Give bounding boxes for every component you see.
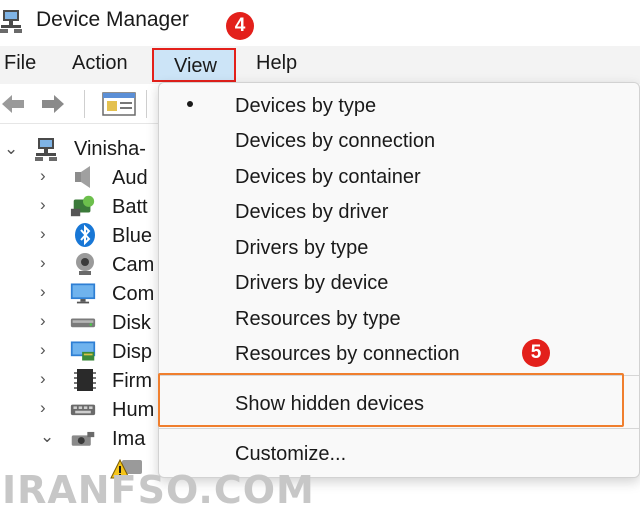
menu-item-customize[interactable]: Customize...: [235, 443, 346, 466]
tree-item-label: Hum: [112, 399, 155, 421]
menu-item-devices-by-container[interactable]: Devices by container: [235, 166, 421, 189]
tree-item-label: Aud: [112, 167, 148, 189]
menu-item-resources-by-connection[interactable]: Resources by connection: [235, 343, 460, 366]
tree-item-label: Blue: [112, 225, 153, 247]
tree-item[interactable]: › Aud: [0, 164, 160, 192]
menu-file[interactable]: File: [4, 52, 36, 75]
menu-item-devices-by-connection[interactable]: Devices by connection: [235, 130, 435, 153]
tree-item[interactable]: › Disp: [0, 338, 160, 366]
menu-help[interactable]: Help: [256, 52, 297, 75]
chevron-right-icon[interactable]: ›: [40, 282, 46, 302]
menu-bar: File Action Help: [0, 46, 640, 84]
menu-item-devices-by-driver[interactable]: Devices by driver: [235, 201, 388, 224]
menu-item-drivers-by-type[interactable]: Drivers by type: [235, 237, 368, 260]
chevron-right-icon[interactable]: ›: [40, 340, 46, 360]
menu-view[interactable]: View: [152, 48, 236, 82]
computer-icon: [35, 138, 57, 161]
speaker-icon: [75, 166, 90, 188]
toolbar-separator: [146, 90, 147, 118]
menu-view-label: View: [174, 55, 217, 77]
step-badge-4: 4: [226, 12, 254, 40]
chevron-right-icon[interactable]: ›: [40, 224, 46, 244]
tree-item[interactable]: ⌄ Ima: [0, 425, 160, 453]
tree-item-label: Batt: [112, 196, 148, 218]
tree-item[interactable]: › Cam: [0, 251, 160, 279]
chevron-down-icon[interactable]: ⌄: [4, 139, 18, 159]
device-manager-icon: [0, 10, 22, 33]
keyboard-icon: [70, 404, 96, 416]
chevron-right-icon[interactable]: ›: [40, 311, 46, 331]
window-title: Device Manager: [36, 8, 189, 31]
menu-item-drivers-by-device[interactable]: Drivers by device: [235, 272, 388, 295]
forward-arrow-icon[interactable]: [40, 92, 66, 116]
camera-icon: [76, 253, 94, 275]
tree-item-label: Firm: [112, 370, 152, 392]
tree-item[interactable]: › Hum: [0, 396, 160, 424]
menu-separator: [159, 428, 639, 429]
watermark: IRANFSO.COM: [2, 468, 315, 507]
imaging-device-icon: [71, 431, 95, 446]
chevron-down-icon[interactable]: ⌄: [40, 427, 54, 447]
tree-item[interactable]: › Batt: [0, 193, 160, 221]
chevron-right-icon[interactable]: ›: [40, 253, 46, 273]
tree-item[interactable]: › Disk: [0, 309, 160, 337]
display-adapter-icon: [70, 341, 96, 361]
bluetooth-icon: [75, 223, 95, 247]
toolbar-separator: [84, 90, 85, 118]
battery-icon: [70, 195, 95, 217]
tree-item-label: Disk: [112, 312, 151, 334]
menu-item-devices-by-type[interactable]: Devices by type: [235, 95, 376, 118]
chevron-right-icon[interactable]: ›: [40, 195, 46, 215]
tree-item[interactable]: › Firm: [0, 367, 160, 395]
title-bar: Device Manager: [0, 0, 640, 44]
tree-item-label: Com: [112, 283, 155, 305]
tree-item-label: Disp: [112, 341, 153, 363]
tree-item[interactable]: › Com: [0, 280, 160, 308]
menu-item-resources-by-type[interactable]: Resources by type: [235, 308, 401, 331]
tree-item-label: Ima: [112, 428, 146, 450]
disk-drive-icon: [70, 318, 96, 328]
tree-root[interactable]: ⌄ Vinisha-: [0, 136, 160, 164]
menu-action[interactable]: Action: [72, 52, 128, 75]
chevron-right-icon[interactable]: ›: [40, 369, 46, 389]
tree-item-label: Cam: [112, 254, 155, 276]
chevron-right-icon[interactable]: ›: [40, 166, 46, 186]
menu-item-label: Devices by type: [235, 95, 377, 117]
monitor-icon: [70, 283, 96, 304]
firmware-chip-icon: [74, 369, 96, 391]
step-badge-5: 5: [522, 339, 550, 367]
back-arrow-icon[interactable]: [0, 92, 26, 116]
tree-root-label: Vinisha-: [74, 138, 146, 160]
highlight-show-hidden-devices: [158, 373, 624, 427]
chevron-right-icon[interactable]: ›: [40, 398, 46, 418]
properties-window-icon[interactable]: [102, 92, 136, 116]
tree-item[interactable]: › Blue: [0, 222, 160, 250]
checked-bullet-icon: [187, 101, 193, 107]
